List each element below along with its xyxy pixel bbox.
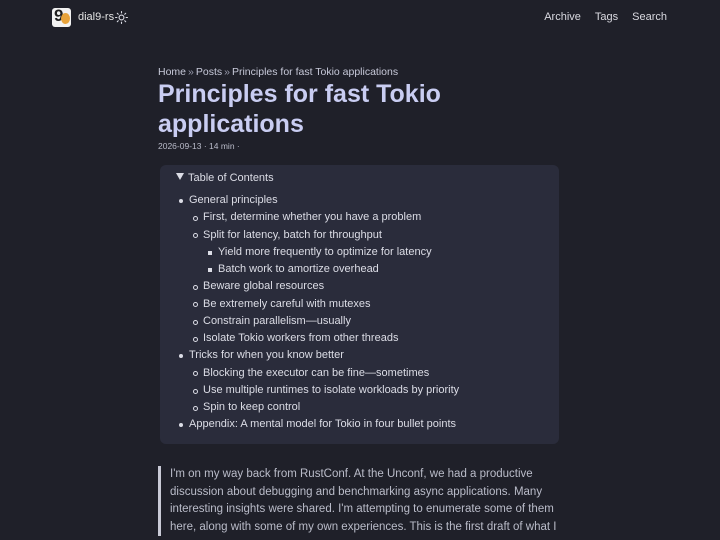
breadcrumb-separator: » — [188, 66, 194, 78]
bullet-disc — [179, 423, 183, 427]
breadcrumb-posts-link[interactable]: Posts — [196, 66, 222, 78]
toc-item[interactable]: Appendix: A mental model for Tokio in fo… — [189, 418, 456, 430]
page: 9 dial9-rs Archive Tags Search Home» Post… — [0, 0, 720, 540]
bullet-circle — [193, 216, 198, 221]
toc-item[interactable]: Use multiple runtimes to isolate workloa… — [203, 384, 459, 396]
toc-item[interactable]: Beware global resources — [203, 280, 324, 292]
site-header: 9 dial9-rs Archive Tags Search — [0, 0, 720, 36]
toc-item[interactable]: Constrain parallelism—usually — [203, 315, 351, 327]
breadcrumb-home-link[interactable]: Home — [158, 66, 186, 78]
bullet-square — [208, 251, 212, 255]
breadcrumb-separator: » — [224, 66, 230, 78]
toc-item[interactable]: Split for latency, batch for throughput — [203, 229, 382, 241]
bullet-circle — [193, 337, 198, 342]
sun-icon[interactable] — [115, 11, 128, 24]
page-title: Principles for fast Tokio applications — [158, 80, 441, 138]
toc-summary-label: Table of Contents — [188, 172, 274, 184]
site-title-link[interactable]: dial9-rs — [78, 11, 114, 23]
breadcrumb-current-link[interactable]: Principles for fast Tokio applications — [232, 66, 398, 78]
bullet-square — [208, 268, 212, 272]
bullet-circle — [193, 320, 198, 325]
bullet-circle — [193, 285, 198, 290]
intro-blockquote: I'm on my way back from RustConf. At the… — [158, 466, 565, 536]
toc-item[interactable]: Blocking the executor can be fine—someti… — [203, 367, 429, 379]
bullet-disc — [179, 354, 183, 358]
main-nav: Archive Tags Search — [544, 11, 667, 23]
nav-tags-link[interactable]: Tags — [595, 11, 618, 23]
table-of-contents: Table of Contents General principles Fir… — [160, 165, 559, 444]
nav-archive-link[interactable]: Archive — [544, 11, 581, 23]
bullet-circle — [193, 233, 198, 238]
bullet-disc — [179, 199, 183, 203]
toc-item[interactable]: Isolate Tokio workers from other threads — [203, 332, 398, 344]
logo-icon[interactable]: 9 — [52, 8, 71, 27]
toc-item[interactable]: General principles — [189, 194, 278, 206]
toc-toggle[interactable]: Table of Contents — [176, 172, 274, 184]
bullet-circle — [193, 406, 198, 411]
toc-item[interactable]: Yield more frequently to optimize for la… — [218, 246, 432, 258]
toc-item[interactable]: Tricks for when you know better — [189, 349, 344, 361]
toc-item[interactable]: Batch work to amortize overhead — [218, 263, 379, 275]
bullet-circle — [193, 389, 198, 394]
bullet-circle — [193, 302, 198, 307]
breadcrumb: Home» Posts» Principles for fast Tokio app… — [158, 66, 398, 78]
bullet-circle — [193, 371, 198, 376]
triangle-down-icon — [176, 173, 184, 180]
toc-item[interactable]: First, determine whether you have a prob… — [203, 211, 421, 223]
toc-item[interactable]: Spin to keep control — [203, 401, 300, 413]
nav-search-link[interactable]: Search — [632, 11, 667, 23]
post-meta: 2026-09-13 · 14 min · — [158, 141, 240, 151]
toc-item[interactable]: Be extremely careful with mutexes — [203, 298, 371, 310]
